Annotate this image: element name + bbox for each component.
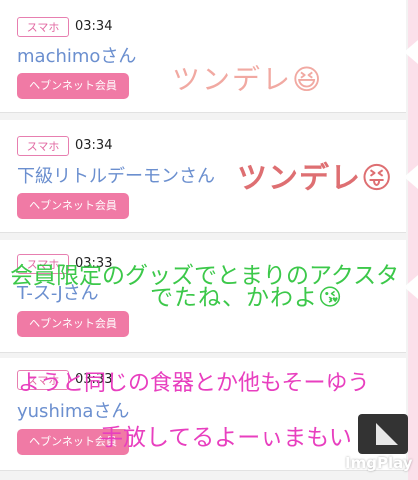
device-badge: スマホ <box>17 136 69 156</box>
play-button[interactable] <box>358 414 408 454</box>
timestamp: 03:34 <box>75 138 113 153</box>
timestamp: 03:34 <box>75 19 113 34</box>
play-icon <box>376 423 398 445</box>
user-name-link[interactable]: 下級リトルデーモンさん <box>17 162 215 188</box>
scroll-arrow-icon <box>404 40 418 64</box>
overlay-caption: でたね、かわよ😘 <box>150 285 343 311</box>
member-badge-button[interactable]: ヘブンネット会員 <box>17 311 129 337</box>
overlay-caption: ツンデレ😝 <box>237 161 394 196</box>
scroll-arrow-icon <box>404 165 418 189</box>
user-name-link[interactable]: machimoさん <box>17 42 136 68</box>
watermark-logo: ImgPlay <box>345 454 413 472</box>
member-badge-button[interactable]: ヘブンネット会員 <box>17 73 129 99</box>
scrollbar[interactable] <box>404 0 418 480</box>
overlay-caption: ツンデレ😆 <box>172 63 324 96</box>
overlay-caption: ようと同じの食器とか他もそーゆう <box>18 371 370 396</box>
overlay-caption: 手放してるよーぃまもい <box>100 425 352 451</box>
scroll-arrow-icon <box>404 275 418 299</box>
device-badge: スマホ <box>17 17 69 37</box>
member-badge-button[interactable]: ヘブンネット会員 <box>17 193 129 219</box>
